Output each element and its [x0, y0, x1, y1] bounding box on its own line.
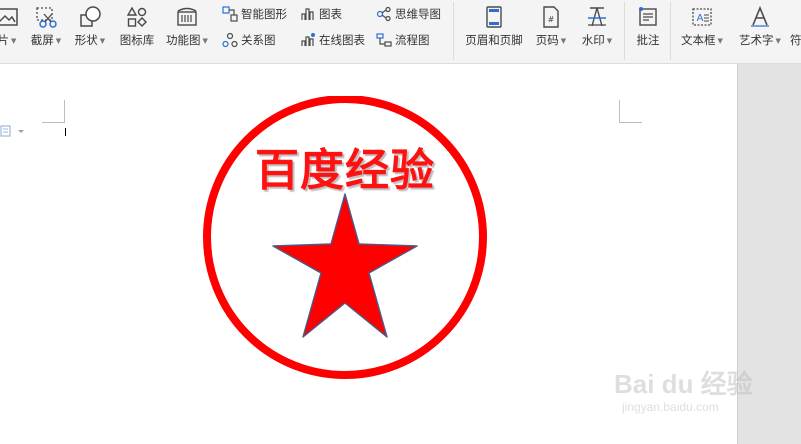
svg-text:A: A — [697, 13, 704, 24]
smart-graphic-icon — [222, 6, 238, 22]
stamp-text[interactable]: 百度经验 — [200, 134, 490, 198]
chevron-down-icon: ▼ — [99, 36, 106, 45]
wordart-label: 艺术字 — [739, 33, 774, 47]
comment-icon — [639, 7, 657, 26]
online-chart-button[interactable]: 在线图表 — [300, 30, 365, 50]
mind-map-button[interactable]: 思维导图 — [376, 4, 441, 24]
chevron-down-icon: ▼ — [55, 36, 62, 45]
watermark-main-text: Bai du 经验 — [614, 369, 753, 399]
header-footer-button[interactable]: 页眉和页脚 — [460, 2, 528, 60]
wordart-button[interactable]: 艺术字 ▼ — [734, 2, 786, 60]
function-chart-label: 功能图 — [166, 33, 201, 47]
icon-library-icon — [126, 6, 147, 27]
screenshot-label: 截屏 — [30, 33, 54, 47]
chevron-down-icon: ▼ — [11, 36, 17, 45]
symbol-button[interactable]: 符 — [790, 2, 801, 60]
textbox-icon: A — [692, 8, 712, 26]
symbol-label: 符 — [790, 33, 801, 47]
mind-map-icon — [376, 6, 391, 22]
chevron-down-icon: ▼ — [606, 36, 613, 45]
flowchart-button[interactable]: 流程图 — [376, 30, 430, 50]
margin-corner-marker — [42, 122, 65, 123]
page-number-label: 页码 — [535, 33, 559, 47]
chevron-down-icon: ▼ — [775, 36, 781, 45]
shapes-icon — [80, 6, 101, 27]
textbox-button[interactable]: A 文本框 ▼ — [676, 2, 728, 60]
watermark-label: 水印 — [581, 33, 605, 47]
screenshot-button[interactable]: 截屏 ▼ — [26, 2, 66, 60]
page-number-button[interactable]: # 页码 ▼ — [530, 2, 572, 60]
online-chart-label: 在线图表 — [319, 33, 365, 47]
icon-library-button[interactable]: 图标库 — [116, 2, 158, 60]
margin-corner-marker — [619, 100, 620, 122]
text-cursor — [65, 128, 66, 136]
header-footer-label: 页眉和页脚 — [465, 33, 523, 47]
header-footer-icon — [486, 6, 502, 28]
textbox-label: 文本框 — [681, 33, 716, 47]
chart-label: 图表 — [319, 7, 342, 21]
separator — [624, 2, 625, 60]
relation-chart-label: 关系图 — [241, 33, 276, 47]
baidu-jingyan-watermark: Bai du 经验 jingyan.baidu.com — [614, 360, 764, 420]
ribbon-toolbar: 片 ▼ 截屏 ▼ 形状 ▼ 图标库 功能图 ▼ 智能图形 图表 思维导图 关系图… — [0, 0, 801, 64]
bar-chart-icon — [301, 8, 314, 20]
margin-corner-marker — [64, 100, 65, 122]
separator — [670, 2, 671, 60]
picture-icon — [0, 8, 18, 26]
picture-label: 片 — [0, 33, 10, 47]
flowchart-icon — [376, 33, 392, 47]
online-chart-icon — [301, 33, 315, 46]
page-number-icon: # — [543, 6, 559, 28]
margin-corner-marker — [619, 122, 642, 123]
symbol-icon — [790, 5, 801, 29]
shapes-button[interactable]: 形状 ▼ — [70, 2, 110, 60]
comment-button[interactable]: 批注 — [630, 2, 666, 60]
picture-button[interactable]: 片 ▼ — [0, 2, 20, 60]
chevron-down-icon: ▼ — [717, 36, 723, 45]
wordart-icon — [751, 5, 769, 27]
relation-chart-icon — [222, 32, 238, 48]
flowchart-label: 流程图 — [395, 33, 430, 47]
stamp-star[interactable] — [272, 193, 418, 338]
icon-library-label: 图标库 — [119, 33, 155, 47]
shapes-label: 形状 — [74, 33, 98, 47]
smart-graphic-label: 智能图形 — [241, 7, 287, 21]
comment-label: 批注 — [636, 33, 660, 47]
watermark-url-text: jingyan.baidu.com — [622, 400, 719, 414]
mind-map-label: 思维导图 — [395, 7, 441, 21]
relation-chart-button[interactable]: 关系图 — [222, 30, 276, 50]
function-chart-icon — [177, 7, 197, 26]
svg-text:#: # — [548, 15, 555, 24]
scissors-icon — [36, 7, 57, 28]
watermark-button[interactable]: 水印 ▼ — [576, 2, 618, 60]
watermark-icon — [588, 7, 606, 27]
chart-button[interactable]: 图表 — [300, 4, 342, 24]
smart-graphic-button[interactable]: 智能图形 — [222, 4, 287, 24]
chevron-down-icon: ▼ — [560, 36, 567, 45]
chevron-down-icon: ▼ — [202, 36, 208, 45]
paste-options-icon[interactable] — [0, 124, 26, 138]
function-chart-button[interactable]: 功能图 ▼ — [162, 2, 212, 60]
separator — [453, 2, 454, 60]
